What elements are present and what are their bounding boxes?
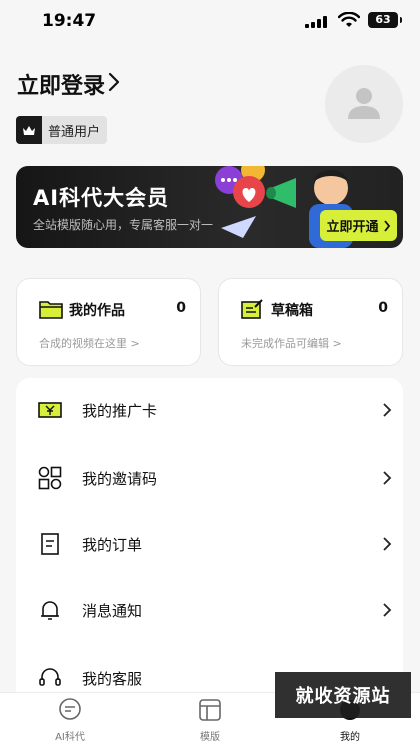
user-level-label: 普通用户 <box>48 124 101 140</box>
menu-item-invite-code[interactable]: 我的邀请码 <box>16 446 403 510</box>
vip-open-button[interactable]: 立即开通 <box>320 210 397 241</box>
my-works-subtitle: 合成的视频在这里 > <box>39 337 140 350</box>
vip-banner[interactable]: AI科代大会员 全站模版随心用，专属客服一对一 立即开通 <box>16 166 403 248</box>
vip-open-label: 立即开通 <box>326 220 379 235</box>
drafts-card[interactable]: 草稿箱 0 未完成作品可编辑 > <box>218 278 403 366</box>
bell-icon <box>41 601 59 620</box>
folder-icon <box>39 301 63 319</box>
my-works-title: 我的作品 <box>69 303 125 319</box>
user-level-badge: 普通用户 <box>16 116 107 144</box>
promo-card-icon <box>38 402 62 418</box>
battery-icon: 63 <box>368 12 402 28</box>
crown-icon <box>16 116 42 144</box>
signal-icon <box>305 16 327 28</box>
tab-ai-assistant[interactable]: AI科代 <box>30 697 110 743</box>
battery-level: 63 <box>375 13 391 26</box>
menu-label-invite-code: 我的邀请码 <box>82 469 158 488</box>
headset-icon <box>39 668 61 686</box>
drafts-subtitle: 未完成作品可编辑 > <box>241 337 342 350</box>
login-link[interactable]: 立即登录 <box>17 68 105 100</box>
drafts-title: 草稿箱 <box>271 303 313 319</box>
my-works-card[interactable]: 我的作品 0 合成的视频在这里 > <box>16 278 201 366</box>
qr-code-icon <box>38 466 62 490</box>
chevron-right-icon <box>383 471 392 485</box>
chat-icon <box>59 698 81 720</box>
vip-subtitle: 全站模版随心用，专属客服一对一 <box>33 218 214 232</box>
draft-edit-icon <box>241 299 263 319</box>
tab-templates[interactable]: 模版 <box>170 697 250 743</box>
settings-menu: 我的推广卡 我的邀请码 我的订单 消息通知 我的客服 <box>16 378 403 698</box>
chevron-right-icon <box>383 603 392 617</box>
status-bar: 19:47 63 <box>0 0 420 44</box>
tab-label-profile: 我的 <box>340 732 360 743</box>
menu-label-customer-service: 我的客服 <box>82 669 143 688</box>
chevron-right-icon <box>383 537 392 551</box>
my-works-count: 0 <box>176 300 186 316</box>
menu-label-orders: 我的订单 <box>82 535 143 554</box>
chevron-right-icon[interactable] <box>107 70 121 94</box>
menu-label-notifications: 消息通知 <box>82 601 143 620</box>
user-icon <box>348 88 380 119</box>
chevron-right-icon <box>383 219 390 232</box>
menu-item-promo-card[interactable]: 我的推广卡 <box>16 378 403 442</box>
drafts-count: 0 <box>378 300 388 316</box>
watermark: 就收资源站 <box>275 672 411 718</box>
chevron-right-icon <box>383 403 392 417</box>
menu-item-orders[interactable]: 我的订单 <box>16 512 403 576</box>
menu-item-notifications[interactable]: 消息通知 <box>16 578 403 642</box>
tab-label-ai: AI科代 <box>55 732 85 743</box>
order-icon <box>41 533 59 555</box>
menu-label-promo-card: 我的推广卡 <box>82 401 158 420</box>
template-icon <box>199 699 221 721</box>
vip-title: AI科代大会员 <box>33 186 170 210</box>
status-time: 19:47 <box>42 11 97 31</box>
tab-label-templates: 模版 <box>200 732 220 743</box>
avatar[interactable] <box>325 65 403 143</box>
wifi-icon <box>338 12 360 27</box>
